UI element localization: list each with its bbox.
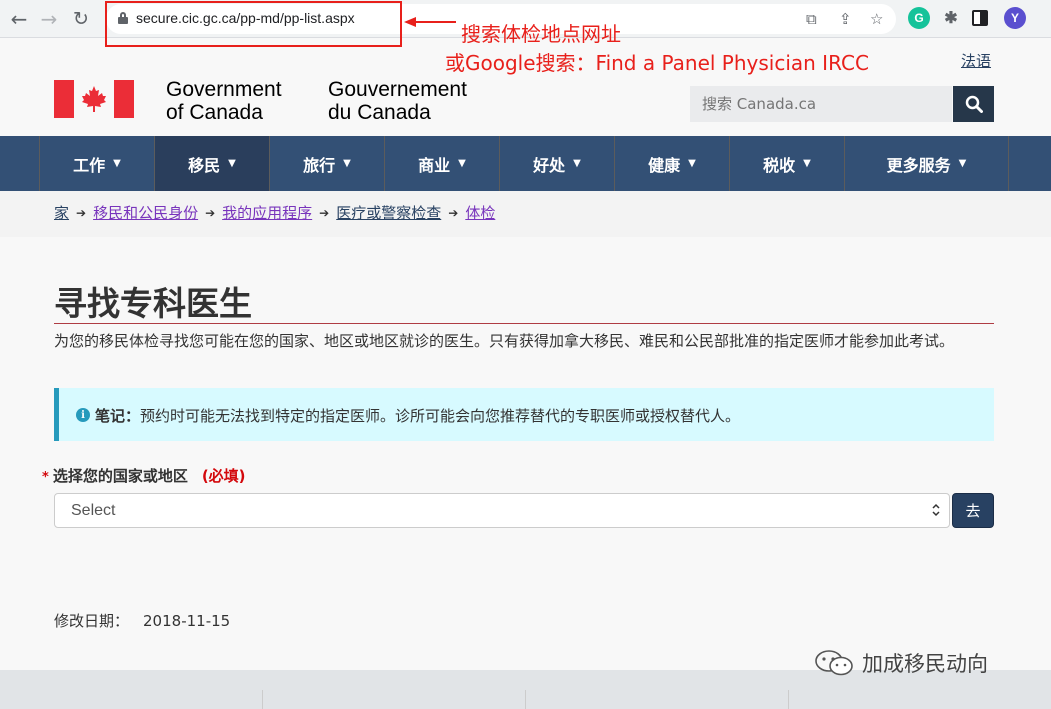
menu-item-label: 旅行 — [303, 155, 336, 175]
menu-item-label: 好处 — [533, 155, 566, 175]
menu-item-label: 健康 — [648, 155, 681, 175]
required-star: * — [42, 470, 49, 485]
breadcrumb-arrow-icon: ➔ — [76, 205, 87, 220]
chevron-down-icon: ▼ — [573, 158, 581, 169]
search-icon — [965, 95, 983, 113]
chevron-down-icon: ▼ — [343, 158, 351, 169]
share-icon[interactable]: ⇪ — [839, 10, 852, 28]
info-icon: i — [76, 408, 90, 422]
bookmark-star-icon[interactable]: ☆ — [870, 10, 883, 28]
annotation-arrow-icon — [404, 17, 456, 27]
canada-flag-logo[interactable] — [54, 80, 134, 118]
page-title: 寻找专科医生 — [54, 284, 252, 323]
main-menu: 工作 ▼ 移民 ▼ 旅行 ▼ 商业 ▼ 好处 ▼ 健康 ▼ 税收 ▼ 更多服务 ▼ — [0, 136, 1051, 191]
watermark: 加成移民动向 — [814, 648, 988, 678]
gov-wordmark-en[interactable]: Government of Canada — [166, 78, 282, 124]
breadcrumb-link[interactable]: 医疗或警察检查 — [336, 202, 441, 223]
annotation-line-2: 或Google搜索：Find a Panel Physician IRCC — [445, 51, 869, 75]
breadcrumb-link[interactable]: 移民和公民身份 — [93, 202, 198, 223]
required-marker: (必填) — [201, 467, 246, 485]
back-icon[interactable]: ← — [6, 6, 32, 32]
translate-icon[interactable]: ⧉ — [806, 10, 817, 28]
chevron-updown-icon — [932, 503, 940, 517]
wechat-icon — [815, 650, 853, 676]
menu-item-label: 更多服务 — [886, 155, 951, 175]
site-search-button[interactable] — [953, 86, 994, 122]
menu-item-label: 商业 — [418, 155, 451, 175]
annotation-line-1: 搜索体检地点网址 — [461, 22, 621, 46]
watermark-text: 加成移民动向 — [862, 652, 988, 676]
lock-icon[interactable] — [118, 12, 128, 24]
select-value: Select — [71, 502, 116, 519]
note-text: 预约时可能无法找到特定的指定医师。诊所可能会向您推荐替代的专职医师或授权替代人。 — [140, 407, 741, 425]
chevron-down-icon: ▼ — [803, 158, 811, 169]
chevron-down-icon: ▼ — [458, 158, 466, 169]
menu-item-4[interactable]: 好处 ▼ — [500, 136, 615, 191]
forward-icon[interactable]: → — [36, 6, 62, 32]
chevron-down-icon: ▼ — [958, 158, 967, 169]
main-content: 寻找专科医生 为您的移民体检寻找您可能在您的国家、地区或地区就诊的医生。只有获得… — [0, 237, 1051, 670]
menu-item-2[interactable]: 旅行 ▼ — [270, 136, 385, 191]
menu-item-5[interactable]: 健康 ▼ — [615, 136, 730, 191]
extensions-puzzle-icon[interactable]: ✱ — [940, 7, 962, 29]
menu-item-1[interactable]: 移民 ▼ — [155, 136, 270, 191]
breadcrumb-arrow-icon: ➔ — [319, 205, 330, 220]
language-toggle-link[interactable]: 法语 — [961, 50, 991, 71]
menu-item-label: 移民 — [188, 155, 221, 175]
chevron-down-icon: ▼ — [228, 158, 236, 169]
reload-icon[interactable]: ↻ — [68, 6, 94, 32]
url-text[interactable]: secure.cic.gc.ca/pp-md/pp-list.aspx — [136, 10, 355, 26]
chevron-down-icon: ▼ — [688, 158, 696, 169]
menu-item-7[interactable]: 更多服务 ▼ — [845, 136, 1008, 191]
grammarly-icon[interactable]: G — [908, 7, 930, 29]
breadcrumb: 家 ➔ 移民和公民身份 ➔ 我的应用程序 ➔ 医疗或警察检查 ➔ 体检 — [0, 191, 1051, 237]
title-underline — [54, 323, 994, 324]
menu-item-label: 工作 — [73, 155, 106, 175]
profile-avatar[interactable]: Y — [1004, 7, 1026, 29]
breadcrumb-arrow-icon: ➔ — [205, 205, 216, 220]
note-alert: i 笔记：预约时可能无法找到特定的指定医师。诊所可能会向您推荐替代的专职医师或授… — [54, 388, 994, 441]
date-modified: 修改日期： 2018-11-15 — [54, 612, 231, 630]
menu-item-0[interactable]: 工作 ▼ — [40, 136, 155, 191]
note-label: 笔记： — [95, 407, 141, 425]
breadcrumb-link[interactable]: 体检 — [465, 202, 495, 223]
side-panel-icon[interactable] — [972, 10, 988, 26]
menu-item-label: 税收 — [763, 155, 796, 175]
breadcrumb-arrow-icon: ➔ — [448, 205, 459, 220]
country-select[interactable]: Select — [54, 493, 950, 528]
menu-item-3[interactable]: 商业 ▼ — [385, 136, 500, 191]
site-search-input[interactable] — [690, 86, 952, 122]
menu-item-6[interactable]: 税收 ▼ — [730, 136, 845, 191]
intro-text: 为您的移民体检寻找您可能在您的国家、地区或地区就诊的医生。只有获得加拿大移民、难… — [54, 332, 955, 350]
gov-wordmark-fr[interactable]: Gouvernement du Canada — [328, 78, 467, 124]
chevron-down-icon: ▼ — [113, 158, 121, 169]
maple-leaf-icon — [82, 86, 106, 112]
breadcrumb-link[interactable]: 家 — [54, 202, 69, 223]
country-field-label: * 选择您的国家或地区 (必填) — [42, 467, 246, 485]
breadcrumb-link[interactable]: 我的应用程序 — [222, 202, 312, 223]
go-button[interactable]: 去 — [952, 493, 994, 528]
